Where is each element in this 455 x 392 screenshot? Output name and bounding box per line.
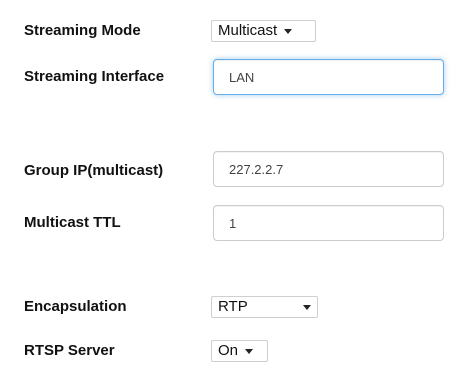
rtsp-server-value: On — [218, 342, 239, 359]
chevron-down-icon — [303, 304, 311, 310]
rtsp-server-select[interactable]: On — [211, 340, 268, 362]
encapsulation-select[interactable]: RTP — [211, 296, 318, 318]
streaming-interface-input[interactable] — [213, 59, 444, 95]
chevron-down-icon — [284, 28, 293, 34]
encapsulation-value: RTP — [218, 298, 248, 315]
streaming-mode-select[interactable]: Multicast — [211, 20, 316, 42]
streaming-interface-label: Streaming Interface — [24, 68, 165, 85]
streaming-mode-value: Multicast — [218, 22, 278, 39]
chevron-down-icon — [245, 348, 254, 354]
rtsp-server-label: RTSP Server — [24, 342, 115, 359]
multicast-ttl-label: Multicast TTL — [24, 214, 121, 231]
group-ip-input[interactable] — [213, 151, 444, 187]
group-ip-label: Group IP(multicast) — [24, 162, 164, 179]
streaming-mode-label: Streaming Mode — [24, 22, 141, 39]
encapsulation-label: Encapsulation — [24, 298, 127, 315]
multicast-ttl-input[interactable] — [213, 205, 444, 241]
